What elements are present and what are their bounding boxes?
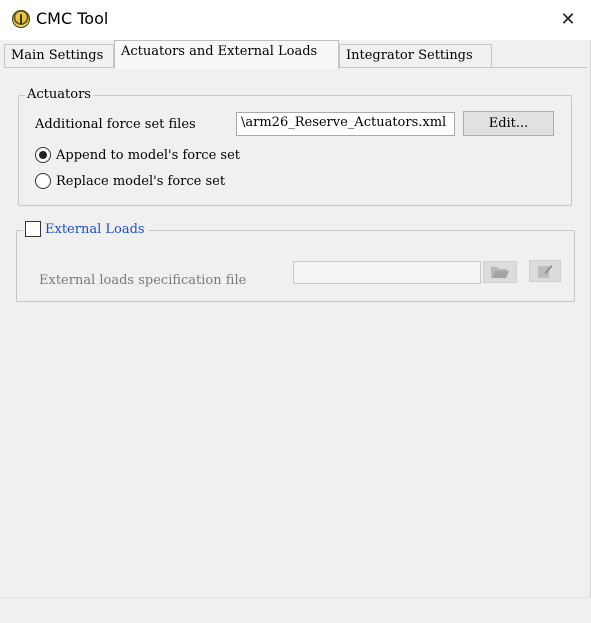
append-radio-label: Append to model's force set	[56, 147, 240, 163]
window-title: CMC Tool	[36, 9, 109, 28]
external-loads-legend: External Loads	[23, 221, 149, 237]
tab-bar: Main Settings Actuators and External Loa…	[0, 40, 591, 69]
append-radio[interactable]	[35, 147, 51, 163]
title-bar: CMC Tool ✕	[0, 0, 591, 40]
replace-radio-label: Replace model's force set	[56, 173, 226, 189]
tab-integrator-settings[interactable]: Integrator Settings	[339, 44, 492, 68]
browse-spec-file-button[interactable]	[483, 261, 517, 283]
tab-content-panel: Actuators Additional force set files \ar…	[4, 67, 587, 597]
tab-main-settings[interactable]: Main Settings	[4, 44, 114, 68]
app-logo-icon	[12, 10, 30, 28]
actuators-group: Actuators Additional force set files \ar…	[18, 87, 572, 206]
append-force-set-option[interactable]: Append to model's force set	[35, 147, 240, 163]
external-loads-spec-label: External loads specification file	[39, 273, 247, 288]
edit-file-icon	[538, 265, 553, 278]
replace-radio[interactable]	[35, 173, 51, 189]
force-set-files-label: Additional force set files	[35, 117, 196, 132]
close-button[interactable]: ✕	[553, 4, 583, 34]
bottom-bar	[0, 597, 591, 623]
external-loads-checkbox[interactable]	[25, 221, 41, 237]
external-loads-group: External Loads External loads specificat…	[16, 221, 575, 302]
external-loads-label[interactable]: External Loads	[45, 222, 145, 237]
external-loads-spec-field[interactable]	[293, 261, 481, 284]
edit-force-set-button[interactable]: Edit...	[463, 111, 554, 136]
force-set-files-field[interactable]: \arm26_Reserve_Actuators.xml	[236, 112, 455, 136]
edit-spec-file-button[interactable]	[529, 260, 561, 282]
folder-open-icon	[491, 267, 509, 278]
tab-actuators-external-loads[interactable]: Actuators and External Loads	[114, 40, 339, 69]
replace-force-set-option[interactable]: Replace model's force set	[35, 173, 225, 189]
cmc-tool-window: CMC Tool ✕ Main Settings Actuators and E…	[0, 0, 591, 623]
actuators-legend: Actuators	[25, 87, 93, 102]
